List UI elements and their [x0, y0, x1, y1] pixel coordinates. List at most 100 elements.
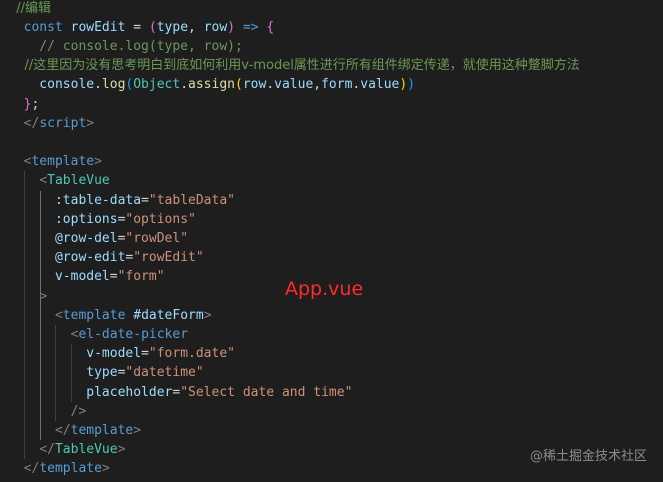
code-editor[interactable]: //编辑 const rowEdit = (type, row) => { //…	[0, 0, 663, 482]
code-token: "rowEdit"	[133, 250, 204, 266]
code-token: {	[266, 19, 275, 35]
code-token: >	[39, 288, 48, 304]
code-token: />	[70, 403, 87, 419]
code-token: =	[109, 269, 118, 285]
code-token: =>	[235, 19, 267, 35]
code-token: type	[156, 19, 189, 35]
code-token: </	[23, 115, 40, 131]
code-token: =	[141, 192, 149, 208]
code-line: :options="options"	[8, 210, 196, 229]
code-token: template	[70, 422, 134, 438]
code-line: <el-date-picker	[8, 325, 188, 344]
code-token: <	[54, 307, 63, 323]
code-token: :options	[8, 211, 118, 227]
code-token: template	[39, 461, 102, 477]
code-line: />	[8, 402, 87, 421]
code-token: placeholder	[8, 384, 173, 400]
watermark: @稀土掘金技术社区	[529, 449, 647, 464]
code-token: >	[117, 442, 126, 458]
code-token: >	[94, 154, 102, 170]
code-token: (	[235, 77, 243, 93]
code-line: </script>	[8, 114, 94, 133]
code-line: const rowEdit = (type, row) => {	[8, 18, 275, 37]
code-token: ,	[188, 19, 204, 35]
code-line: v-model="form.date"	[8, 344, 235, 363]
code-token: </	[39, 442, 55, 458]
code-token: "form"	[117, 269, 165, 285]
code-token: @row-del	[8, 230, 118, 246]
code-token: template	[31, 154, 95, 170]
code-token: .	[266, 77, 275, 93]
code-token: >	[133, 422, 142, 438]
code-token: ;	[31, 96, 40, 112]
code-line: </TableVue>	[8, 440, 125, 459]
code-token: v-model	[8, 346, 142, 362]
code-token: "Select date and time"	[180, 384, 353, 400]
code-token: //编辑	[8, 0, 52, 16]
code-line: type="datetime"	[8, 363, 204, 382]
code-token: :table-data	[8, 192, 142, 208]
code-token: "tableData"	[148, 192, 235, 208]
code-line: </template>	[8, 459, 110, 478]
code-token: value	[360, 77, 400, 93]
file-name-annotation: App.vue	[285, 278, 364, 300]
code-line: </template>	[8, 421, 141, 440]
code-token: "options"	[125, 211, 196, 227]
code-token: script	[39, 115, 87, 131]
code-line: };	[8, 95, 40, 114]
code-line: :table-data="tableData"	[8, 191, 235, 210]
code-line: // console.log(type, row);	[8, 37, 243, 56]
code-line: @row-del="rowDel"	[8, 229, 188, 248]
code-token: .	[180, 77, 189, 93]
code-token: "datetime"	[125, 365, 204, 381]
code-line: console.log(Object.assign(row.value,form…	[8, 75, 415, 94]
code-line: >	[8, 287, 47, 306]
code-token: </	[54, 422, 71, 438]
code-token: log	[101, 77, 126, 93]
code-line: <template>	[8, 152, 102, 171]
code-line: v-model="form"	[8, 267, 165, 286]
code-token: =	[125, 19, 149, 35]
code-token: ,	[313, 77, 322, 93]
code-token: #dateForm	[125, 307, 204, 323]
code-token: value	[274, 77, 314, 93]
code-token: assign	[188, 77, 235, 93]
code-token: @row-edit	[8, 250, 126, 266]
code-token: row	[203, 19, 228, 35]
code-token: </	[23, 461, 40, 477]
code-token: form	[321, 77, 353, 93]
code-token: el-date-picker	[78, 326, 189, 342]
code-token: //这里因为没有思考明白到底如何利用v-model属性进行所有组件绑定传递，就使…	[8, 58, 580, 74]
code-token: >	[86, 115, 95, 131]
code-line: placeholder="Select date and time"	[8, 383, 352, 402]
code-token: =	[141, 346, 149, 362]
code-token: v-model	[8, 269, 110, 285]
code-token: >	[203, 307, 212, 323]
code-token: template	[62, 307, 126, 323]
code-line: //编辑	[8, 0, 51, 18]
code-token: "rowDel"	[125, 230, 189, 246]
code-token: Object	[133, 77, 181, 93]
code-token: .	[94, 77, 102, 93]
code-token: console	[8, 77, 95, 93]
code-line: //这里因为没有思考明白到底如何利用v-model属性进行所有组件绑定传递，就使…	[8, 56, 580, 75]
code-token: type	[8, 365, 118, 381]
code-line: <TableVue	[8, 171, 109, 190]
code-token: )	[227, 19, 236, 35]
code-token: rowEdit	[70, 19, 126, 35]
code-token: // console.log(type, row);	[8, 38, 243, 54]
code-token: const	[8, 19, 71, 35]
code-token: "form.date"	[148, 346, 235, 362]
code-line: <template #dateForm>	[8, 306, 212, 325]
